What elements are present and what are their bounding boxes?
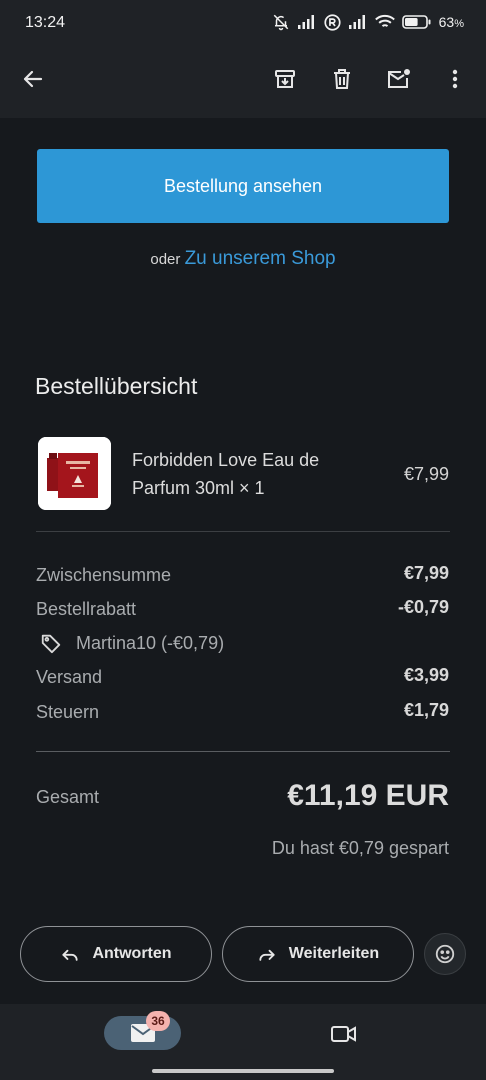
product-price: €7,99 (403, 464, 449, 484)
more-options-button[interactable] (435, 59, 475, 99)
product-name: Forbidden Love Eau de Parfum 30ml × 1 (132, 450, 320, 498)
total-value: €11,19 EUR (287, 779, 449, 812)
tag-icon (41, 634, 61, 654)
view-order-button[interactable]: Bestellung ansehen (37, 149, 449, 223)
shop-link[interactable]: Zu unserem Shop (185, 248, 336, 269)
reply-icon (62, 949, 79, 961)
reply-label: Antworten (92, 945, 172, 962)
forward-button[interactable]: Weiterleiten (222, 926, 414, 982)
product-image (38, 437, 111, 510)
bell-off-icon (273, 14, 288, 31)
order-discount-value: -€0,79 (397, 597, 449, 617)
discount-code: Martina10 (-€0,79) (40, 632, 224, 654)
savings-text: Du hast €0,79 gespart (271, 838, 449, 858)
shop-prefix: oder (150, 251, 181, 268)
divider (36, 751, 450, 752)
back-button[interactable] (13, 59, 53, 99)
delete-icon (334, 69, 350, 89)
emoji-reaction-button[interactable] (424, 933, 466, 975)
unread-count-badge: 36 (146, 1011, 170, 1031)
archive-button[interactable] (265, 59, 305, 99)
divider (36, 531, 450, 532)
reply-button[interactable]: Antworten (20, 926, 212, 982)
back-arrow-icon (23, 70, 43, 88)
signal-icon (348, 15, 365, 29)
battery-percent: 63% (438, 14, 464, 30)
discount-code-text: Martina10 (-€0,79) (76, 632, 225, 653)
meet-tab[interactable] (328, 1018, 360, 1050)
shipping-label: Versand (36, 667, 103, 687)
wifi-icon (374, 14, 395, 28)
mark-unread-button[interactable] (379, 59, 419, 99)
forward-icon (259, 949, 275, 961)
subtotal-label: Zwischensumme (36, 565, 172, 585)
status-icons: 63% (272, 13, 464, 31)
more-vert-icon (452, 69, 458, 89)
delete-button[interactable] (322, 59, 362, 99)
forward-label: Weiterleiten (288, 945, 380, 962)
total-label: Gesamt (36, 787, 100, 807)
signal-icon (297, 15, 314, 29)
order-discount-label: Bestellrabatt (36, 599, 137, 619)
subtotal-value: €7,99 (403, 563, 449, 583)
shop-line: oder Zu unserem Shop (0, 248, 486, 270)
home-indicator[interactable] (152, 1069, 334, 1073)
roaming-r-icon (324, 13, 341, 31)
video-icon (331, 1026, 356, 1042)
taxes-value: €1,79 (403, 700, 449, 720)
emoji-icon (435, 944, 455, 964)
archive-icon (275, 70, 295, 88)
order-summary-title: Bestellübersicht (35, 373, 198, 399)
status-time: 13:24 (25, 14, 66, 31)
mark-unread-icon (388, 69, 410, 88)
taxes-label: Steuern (36, 702, 100, 722)
shipping-value: €3,99 (403, 665, 449, 685)
battery-icon (401, 15, 431, 29)
